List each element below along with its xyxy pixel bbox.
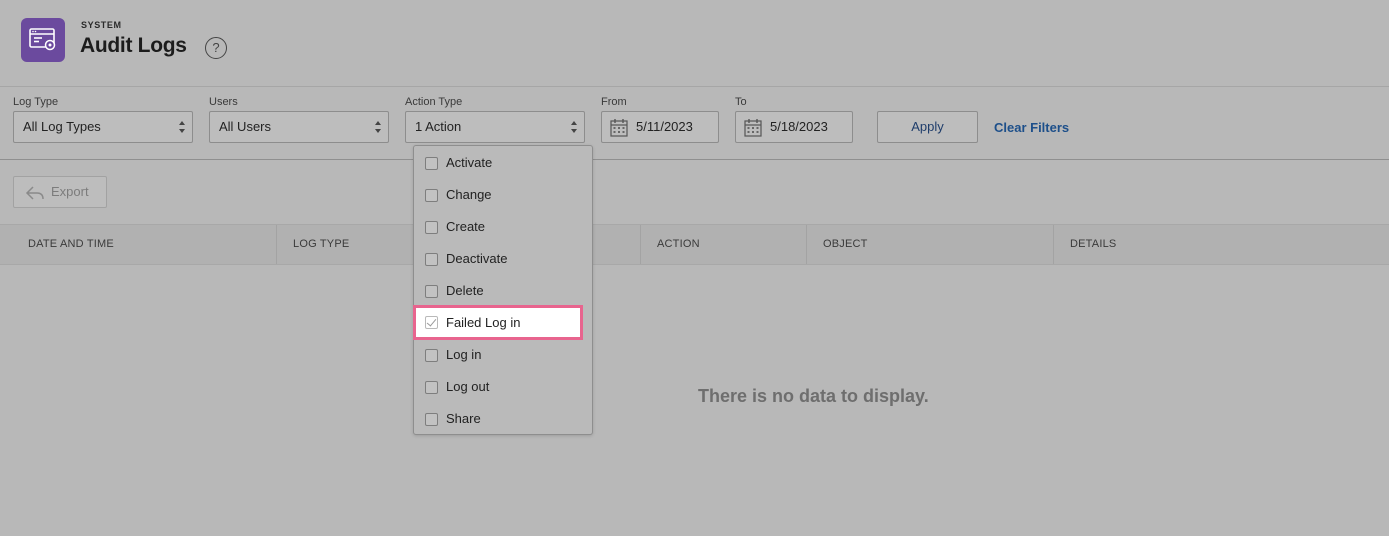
- apply-button[interactable]: Apply: [877, 111, 978, 143]
- export-button[interactable]: Export: [13, 176, 107, 208]
- option-label: Delete: [446, 283, 484, 298]
- action-option-share[interactable]: Share: [414, 403, 592, 435]
- checkbox[interactable]: [425, 349, 438, 362]
- checkbox-checked[interactable]: [425, 316, 438, 329]
- checkbox[interactable]: [425, 381, 438, 394]
- table-header: DATE AND TIME LOG TYPE USER ACTION OBJEC…: [0, 224, 1389, 265]
- empty-state-message: There is no data to display.: [698, 386, 929, 406]
- option-label: Log out: [446, 379, 490, 394]
- action-option-deactivate[interactable]: Deactivate: [414, 243, 592, 275]
- checkbox[interactable]: [425, 413, 438, 426]
- action-type-dropdown: Activate Change Create Deactivate Delete…: [413, 145, 593, 435]
- column-details[interactable]: DETAILS: [1053, 225, 1389, 264]
- users-label: Users: [209, 96, 238, 108]
- users-value: All Users: [219, 119, 272, 134]
- action-type-select[interactable]: 1 Action: [405, 111, 585, 143]
- column-date-and-time[interactable]: DATE AND TIME: [12, 225, 276, 264]
- log-type-label: Log Type: [13, 96, 59, 108]
- action-option-activate[interactable]: Activate: [414, 147, 592, 179]
- audit-log-app-icon: [21, 18, 65, 62]
- filters-divider: [0, 159, 1389, 160]
- select-arrows-icon: [179, 121, 185, 133]
- option-label: Activate: [446, 155, 493, 170]
- action-option-log-out[interactable]: Log out: [414, 371, 592, 403]
- action-option-change[interactable]: Change: [414, 179, 592, 211]
- select-arrows-icon: [571, 121, 577, 133]
- clear-filters-link[interactable]: Clear Filters: [994, 120, 1069, 135]
- action-type-label: Action Type: [405, 96, 463, 108]
- page-title: Audit Logs: [80, 34, 187, 57]
- from-date-input[interactable]: 5/11/2023: [601, 111, 719, 143]
- checkbox[interactable]: [425, 285, 438, 298]
- export-label: Export: [51, 184, 89, 199]
- users-select[interactable]: All Users: [209, 111, 389, 143]
- select-arrows-icon: [375, 121, 381, 133]
- option-label: Failed Log in: [446, 315, 521, 330]
- log-type-select[interactable]: All Log Types: [13, 111, 193, 143]
- column-object[interactable]: OBJECT: [806, 225, 1053, 264]
- action-option-failed-log-in[interactable]: Failed Log in: [413, 305, 583, 340]
- from-label: From: [601, 96, 627, 108]
- header-divider: [0, 86, 1389, 87]
- option-label: Create: [446, 219, 486, 234]
- from-date-value: 5/11/2023: [636, 119, 693, 134]
- section-eyebrow: SYSTEM: [81, 20, 122, 30]
- action-option-log-in[interactable]: Log in: [414, 339, 592, 371]
- action-option-delete[interactable]: Delete: [414, 275, 592, 307]
- column-action[interactable]: ACTION: [640, 225, 806, 264]
- option-label: Deactivate: [446, 251, 508, 266]
- option-label: Share: [446, 411, 481, 426]
- checkbox[interactable]: [425, 221, 438, 234]
- help-icon[interactable]: ?: [205, 37, 227, 59]
- checkbox[interactable]: [425, 189, 438, 202]
- log-type-value: All Log Types: [23, 119, 101, 134]
- calendar-icon: [610, 119, 628, 137]
- export-arrow-icon: [25, 186, 44, 200]
- to-label: To: [735, 96, 747, 108]
- to-date-value: 5/18/2023: [770, 119, 828, 134]
- calendar-icon: [744, 119, 762, 137]
- to-date-input[interactable]: 5/18/2023: [735, 111, 853, 143]
- checkbox[interactable]: [425, 157, 438, 170]
- option-label: Change: [446, 187, 492, 202]
- option-label: Log in: [446, 347, 482, 362]
- audit-log-settings-icon: [29, 28, 56, 51]
- action-type-value: 1 Action: [415, 119, 462, 134]
- action-option-create[interactable]: Create: [414, 211, 592, 243]
- checkbox[interactable]: [425, 253, 438, 266]
